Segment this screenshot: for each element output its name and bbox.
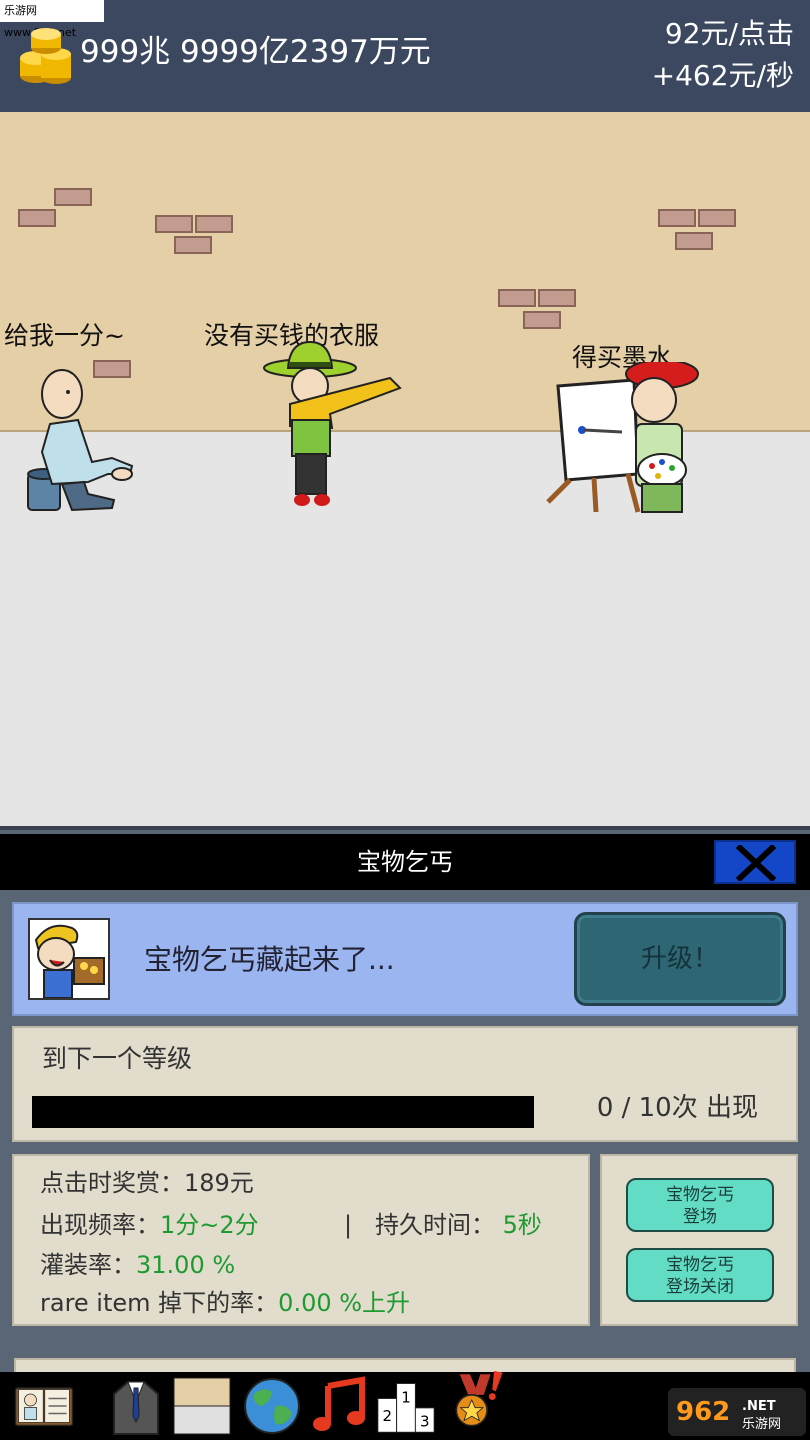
upgrade-button[interactable]: 升级！ xyxy=(574,912,786,1006)
wall-icon[interactable] xyxy=(172,1376,232,1436)
site-watermark: 乐游网 www.962.net xyxy=(0,0,104,39)
svg-text:乐游网: 乐游网 xyxy=(742,1417,781,1432)
svg-text:962: 962 xyxy=(676,1397,730,1427)
fashion-beggar-character[interactable] xyxy=(260,338,406,514)
wall-brick xyxy=(675,232,713,250)
medal-alert-icon[interactable] xyxy=(446,1364,506,1436)
music-note-icon[interactable] xyxy=(310,1376,370,1436)
separator: | xyxy=(344,1211,353,1239)
appear-button-line2: 登场 xyxy=(683,1207,717,1227)
stats-card: 点击时奖赏：189元 出现频率：1分~2分 | 持久时间： 5秒 灌装率：31.… xyxy=(12,1154,590,1326)
painter-character[interactable] xyxy=(544,362,704,526)
coin-stack-icon xyxy=(20,28,71,84)
wall-brick xyxy=(538,289,576,307)
fill-rate-label: 灌装率： xyxy=(40,1251,136,1279)
duration-label: 持久时间： xyxy=(374,1211,495,1239)
wall-brick xyxy=(523,311,561,329)
click-reward-label: 点击时奖赏： xyxy=(40,1169,184,1197)
frequency-value: 1分~2分 xyxy=(160,1211,259,1239)
fill-rate-row: 灌装率：31.00 % xyxy=(40,1248,235,1282)
svg-text:.NET: .NET xyxy=(742,1399,776,1414)
wall-brick xyxy=(658,209,696,227)
money-total: 999兆 9999亿2397万元 xyxy=(80,34,431,70)
panel-title: 宝物乞丐 xyxy=(357,848,453,876)
wall-brick xyxy=(155,215,193,233)
disable-appear-button-line2: 登场关闭 xyxy=(666,1277,734,1297)
rare-drop-label: rare item 掉下的率： xyxy=(40,1289,279,1317)
appear-button[interactable]: 宝物乞丐 登场 xyxy=(626,1178,774,1232)
disable-appear-button-line1: 宝物乞丐 xyxy=(666,1255,734,1275)
rare-drop-row: rare item 掉下的率：0.00 %上升 xyxy=(40,1286,410,1320)
money-per-second: +462元/秒 xyxy=(651,59,794,92)
wall-brick xyxy=(18,209,56,227)
fill-rate-value: 31.00 % xyxy=(136,1251,236,1279)
beggar-speech: 给我一分~ xyxy=(4,321,125,350)
svg-text:2: 2 xyxy=(382,1407,392,1425)
962-logo: 962 .NET 乐游网 xyxy=(668,1388,806,1436)
level-title: 到下一个等级 xyxy=(42,1044,193,1073)
frequency-label: 出现频率： xyxy=(40,1211,160,1239)
disable-appear-button[interactable]: 宝物乞丐 登场关闭 xyxy=(626,1248,774,1302)
upgrade-button-label: 升级！ xyxy=(640,944,719,974)
globe-icon[interactable] xyxy=(242,1376,302,1436)
rare-drop-value: 0.00 %上升 xyxy=(278,1289,411,1317)
top-hud: 乐游网 www.962.net 999兆 9999亿2397万元 92元/点击 … xyxy=(0,0,810,112)
suit-icon[interactable] xyxy=(106,1376,166,1436)
frequency-row: 出现频率：1分~2分 xyxy=(40,1208,259,1242)
treasure-beggar-avatar-icon xyxy=(30,920,108,998)
click-reward-row: 点击时奖赏：189元 xyxy=(40,1166,254,1200)
wall-brick xyxy=(498,289,536,307)
wall-brick xyxy=(195,215,233,233)
street-scene[interactable]: 给我一分~ 没有买钱的衣服 得买墨水 xyxy=(0,112,810,824)
duration-value: 5秒 xyxy=(502,1211,542,1239)
wall-brick xyxy=(174,236,212,254)
wall-brick xyxy=(54,188,92,206)
appear-button-line1: 宝物乞丐 xyxy=(666,1185,734,1205)
actions-card: 宝物乞丐 登场 宝物乞丐 登场关闭 xyxy=(600,1154,798,1326)
level-progress-card: 到下一个等级 0 / 10次 出现 xyxy=(12,1026,798,1142)
level-count: 0 / 10次 出现 xyxy=(596,1093,758,1123)
book-icon[interactable] xyxy=(14,1376,74,1436)
item-detail-panel: 宝物乞丐 宝物乞丐藏起来了... 升级！ 到下一个等级 0 / 10次 出现 点… xyxy=(0,826,810,1378)
click-reward-value: 189元 xyxy=(184,1169,254,1197)
svg-text:3: 3 xyxy=(420,1413,430,1431)
close-button[interactable] xyxy=(714,840,796,884)
panel-header: 宝物乞丐 xyxy=(0,834,810,890)
status-text: 宝物乞丐藏起来了... xyxy=(144,943,395,976)
duration-row: | 持久时间： 5秒 xyxy=(344,1208,542,1242)
treasure-beggar-portrait xyxy=(28,918,110,1000)
bald-beggar-character[interactable] xyxy=(22,362,140,516)
close-icon xyxy=(736,845,776,881)
level-progress-bar xyxy=(32,1096,534,1128)
status-card: 宝物乞丐藏起来了... 升级！ xyxy=(12,902,798,1016)
money-per-click: 92元/点击 xyxy=(664,17,794,50)
wall-brick xyxy=(698,209,736,227)
svg-text:1: 1 xyxy=(401,1388,411,1406)
ranking-podium-icon[interactable]: 2 1 3 xyxy=(376,1376,436,1436)
